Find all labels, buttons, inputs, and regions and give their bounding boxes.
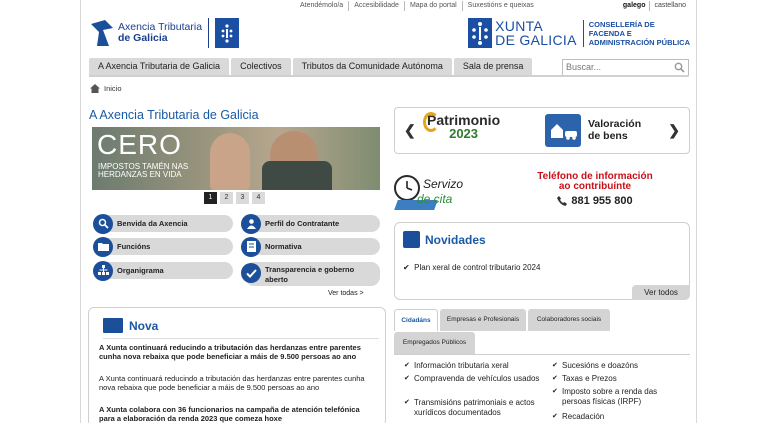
- slider-subtitle: IMPOSTOS TAMÉN NAS HERDANZAS EN VIDA: [98, 162, 189, 179]
- slider-page-2[interactable]: 2: [220, 192, 233, 204]
- hero-slider[interactable]: CERO IMPOSTOS TAMÉN NAS HERDANZAS EN VID…: [92, 127, 380, 190]
- nav-item-colectivos[interactable]: Colectivos: [231, 58, 291, 75]
- language-switcher: galego castellano: [619, 1, 690, 11]
- valoracion-line2: de bens: [588, 130, 628, 142]
- tab-link-irpf[interactable]: Imposto sobre a renda das persoas física…: [552, 387, 687, 407]
- quick-link-funcions[interactable]: Funcións: [93, 236, 233, 257]
- search-person-icon: [93, 213, 113, 234]
- news-item-1-title[interactable]: A Xunta continuará reducindo a tributaci…: [99, 343, 369, 361]
- carousel-next-icon[interactable]: ❯: [668, 122, 680, 139]
- novidades-item[interactable]: ✔ Plan xeral de control tributario 2024: [403, 263, 540, 272]
- checkmark-icon: [241, 263, 261, 283]
- slider-page-4[interactable]: 4: [252, 192, 265, 204]
- quick-link-perfil-contratante[interactable]: Perfil do Contratante: [241, 213, 380, 234]
- search-placeholder: Buscar...: [566, 62, 602, 72]
- nav-item-sala-prensa[interactable]: Sala de prensa: [453, 58, 533, 75]
- tab-colaboradores[interactable]: Colaboradores sociais: [528, 309, 610, 331]
- tab-panel-cidadans: Información tributaria xeral Compravenda…: [394, 354, 690, 423]
- tab-cidadans[interactable]: Cidadáns: [394, 309, 438, 331]
- novidades-title: Novidades: [425, 232, 486, 247]
- news-title: Nova: [129, 318, 159, 333]
- promo-carousel: ❮ Patrimonio 2023 Valoración de bens ❯: [394, 107, 690, 154]
- breadcrumb: Inicio: [90, 84, 122, 93]
- patrimonio-banner[interactable]: Patrimonio 2023: [423, 112, 500, 141]
- tab-link-transmisions[interactable]: Transmisións patrimoniais e actos xurídi…: [404, 398, 544, 418]
- quick-link-transparencia[interactable]: Transparencia e goberno aberto: [241, 262, 380, 286]
- search-icon[interactable]: [674, 62, 685, 73]
- quick-link-normativa[interactable]: Normativa: [241, 236, 380, 257]
- news-panel: Nova A Xunta continuará reducindo a trib…: [88, 307, 386, 423]
- xunta-shield-icon: [468, 18, 493, 48]
- atg-logo[interactable]: Axencia Tributaria de Galicia: [89, 18, 240, 48]
- page-container: Atendémolo/a Accesibilidade Mapa do port…: [80, 0, 697, 423]
- util-link-atendemolo[interactable]: Atendémolo/a: [295, 1, 348, 11]
- car-house-icon: [545, 113, 581, 147]
- servizo-line2: de cita: [417, 192, 453, 206]
- patrimonio-year: 2023: [449, 126, 479, 141]
- valoracion-line1: Valoración: [588, 118, 642, 130]
- utility-links: Atendémolo/a Accesibilidade Mapa do port…: [295, 1, 539, 11]
- nav-item-tributos[interactable]: Tributos da Comunidade Autónoma: [292, 58, 452, 75]
- tab-link-sucesions[interactable]: Sucesións e doazóns: [552, 361, 687, 371]
- xunta-name-line2: DE GALICIA: [495, 32, 577, 48]
- section-title-atg: A Axencia Tributaria de Galicia: [89, 108, 259, 122]
- xunta-logo[interactable]: XUNTA DE GALICIA CONSELLERÍA DE FACENDA …: [468, 18, 690, 48]
- slider-page-1[interactable]: 1: [204, 192, 217, 204]
- util-link-accesibilidade[interactable]: Accesibilidade: [348, 1, 404, 11]
- nav-item-axencia[interactable]: A Axencia Tributaria de Galicia: [89, 58, 230, 75]
- servizo-cita-banner[interactable]: Servizo de cita: [394, 172, 484, 212]
- quick-link-organigrama[interactable]: Organigrama: [93, 260, 233, 281]
- phone-icon: [557, 196, 568, 206]
- lang-galego[interactable]: galego: [619, 1, 650, 11]
- slider-pagination: 1 2 3 4: [204, 192, 268, 204]
- slider-photo-woman: [210, 133, 250, 190]
- person-icon: [241, 213, 261, 234]
- org-chart-icon: [93, 260, 113, 281]
- atg-name-line2: de Galicia: [118, 32, 168, 44]
- util-link-mapa[interactable]: Mapa do portal: [403, 1, 462, 11]
- phone-info: Teléfono de información ao contribuínte …: [531, 172, 659, 207]
- tab-empregados[interactable]: Empregados Públicos: [394, 332, 475, 354]
- document-icon: [241, 236, 261, 257]
- tab-link-vehiculos[interactable]: Compravenda de vehículos usados: [404, 374, 544, 384]
- see-all-novidades-button[interactable]: Ver todos: [632, 285, 690, 300]
- search-input[interactable]: Buscar...: [562, 59, 689, 76]
- news-item-1-summary: A Xunta continuará reducindo a tributaci…: [99, 374, 365, 392]
- folder-icon: [93, 236, 113, 257]
- home-icon[interactable]: [90, 84, 100, 93]
- dept-line2: FACENDA E: [588, 28, 632, 38]
- tab-link-taxas[interactable]: Taxas e Prezos: [552, 374, 687, 384]
- dept-line3: ADMINISTRACIÓN PÚBLICA: [588, 37, 690, 47]
- newspaper-icon: [103, 318, 123, 333]
- dept-line1: CONSELLERÍA DE: [588, 19, 655, 29]
- carousel-prev-icon[interactable]: ❮: [404, 122, 416, 139]
- slider-headline: CERO: [97, 129, 182, 160]
- util-link-suxestions[interactable]: Suxestións e queixas: [461, 1, 539, 11]
- atg-mark-icon: [91, 20, 113, 46]
- phone-title-line2: ao contribuínte: [558, 181, 632, 192]
- quick-link-benvida[interactable]: Benvida da Axencia: [93, 213, 233, 234]
- phone-number[interactable]: 881 955 800: [571, 196, 632, 207]
- xunta-emblem-icon: [215, 18, 240, 48]
- tab-link-info-xeral[interactable]: Información tributaria xeral: [404, 361, 544, 371]
- xunta-name-line1: XUNTA: [495, 18, 544, 34]
- tab-empresas[interactable]: Empresas e Profesionais: [440, 309, 526, 331]
- see-all-link[interactable]: Ver todas >: [328, 290, 364, 297]
- calendar-icon: [403, 231, 420, 248]
- main-nav: A Axencia Tributaria de Galicia Colectiv…: [89, 58, 534, 75]
- servizo-line1: Servizo: [423, 177, 464, 191]
- breadcrumb-home[interactable]: Inicio: [104, 84, 122, 93]
- novidades-panel: Novidades ✔ Plan xeral de control tribut…: [394, 222, 690, 300]
- slider-page-3[interactable]: 3: [236, 192, 249, 204]
- news-item-2-title[interactable]: A Xunta colabora con 36 funcionarios na …: [99, 405, 369, 423]
- tab-link-recadacion[interactable]: Recadación: [552, 412, 687, 422]
- lang-castellano[interactable]: castellano: [649, 1, 690, 11]
- valoracion-bens-banner[interactable]: Valoración de bens: [545, 112, 670, 148]
